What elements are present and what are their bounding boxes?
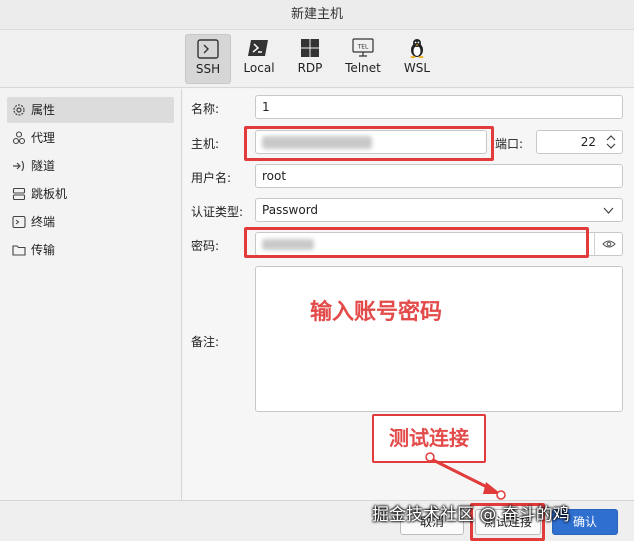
sidebar-item-jump-host[interactable]: 跳板机 <box>7 181 174 207</box>
sidebar-item-terminal[interactable]: 终端 <box>7 209 174 235</box>
auth-type-select[interactable]: Password <box>255 198 623 222</box>
sidebar-item-proxy[interactable]: 代理 <box>7 125 174 151</box>
sidebar-item-properties[interactable]: 属性 <box>7 97 174 123</box>
sidebar-item-label: 代理 <box>31 131 56 145</box>
sidebar-item-label: 跳板机 <box>31 187 68 201</box>
eye-icon <box>602 240 616 248</box>
annotation-arrow <box>425 452 506 500</box>
host-highlight-box <box>244 126 494 161</box>
powershell-icon <box>248 40 268 56</box>
windows-icon <box>301 39 319 57</box>
auth-type-label: 认证类型: <box>191 205 244 219</box>
note-label: 备注: <box>191 335 220 349</box>
username-label: 用户名: <box>191 171 232 185</box>
sidebar-item-label: 隧道 <box>31 159 56 173</box>
protocol-label: RDP <box>297 61 323 75</box>
linux-penguin-icon <box>410 39 424 58</box>
telnet-icon: TEL <box>352 38 374 57</box>
terminal-icon <box>197 39 219 59</box>
sidebar-item-label: 终端 <box>31 215 56 229</box>
protocol-telnet[interactable]: TEL Telnet <box>340 34 386 84</box>
proxy-icon <box>12 131 26 145</box>
sidebar-item-label: 属性 <box>31 103 56 117</box>
terminal-icon <box>12 215 26 229</box>
port-stepper[interactable]: 22 <box>536 130 623 154</box>
host-label: 主机: <box>191 137 220 151</box>
protocol-label: SSH <box>195 62 221 76</box>
settings-sidebar: 属性 代理 隧道 跳板机 终端 传输 <box>0 89 182 500</box>
auth-type-value: Password <box>262 203 319 217</box>
password-highlight-box <box>244 227 589 258</box>
protocol-label: WSL <box>403 61 431 75</box>
username-field[interactable]: root <box>255 164 623 188</box>
password-label: 密码: <box>191 239 220 253</box>
window-title: 新建主机 <box>0 0 634 30</box>
port-label: 端口: <box>495 137 524 151</box>
gear-icon <box>13 104 25 116</box>
stepper-arrows-icon[interactable] <box>606 135 616 149</box>
server-icon <box>12 187 26 201</box>
telnet-icon-text: TEL <box>357 44 369 51</box>
sidebar-item-label: 传输 <box>31 243 56 257</box>
port-value: 22 <box>580 135 596 149</box>
protocol-local[interactable]: Local <box>236 34 282 84</box>
name-field[interactable]: 1 <box>255 95 623 119</box>
protocol-label: Telnet <box>345 61 381 75</box>
account-password-annotation: 输入账号密码 <box>310 300 443 325</box>
protocol-toolbar: SSH Local RDP TEL Telnet WSL <box>0 30 634 88</box>
sidebar-item-transfer[interactable]: 传输 <box>7 237 174 263</box>
folder-icon <box>12 245 26 256</box>
sidebar-item-tunnel[interactable]: 隧道 <box>7 153 174 179</box>
protocol-rdp[interactable]: RDP <box>287 34 333 84</box>
tunnel-icon <box>13 160 25 172</box>
name-label: 名称: <box>191 102 220 116</box>
note-textarea[interactable] <box>255 266 623 412</box>
chevron-down-icon <box>603 207 614 214</box>
protocol-wsl[interactable]: WSL <box>394 34 440 84</box>
watermark: 掘金技术社区 @ 奋斗的鸡 <box>372 505 570 525</box>
protocol-label: Local <box>243 61 275 75</box>
protocol-ssh[interactable]: SSH <box>185 34 231 84</box>
reveal-password-button[interactable] <box>594 233 622 255</box>
